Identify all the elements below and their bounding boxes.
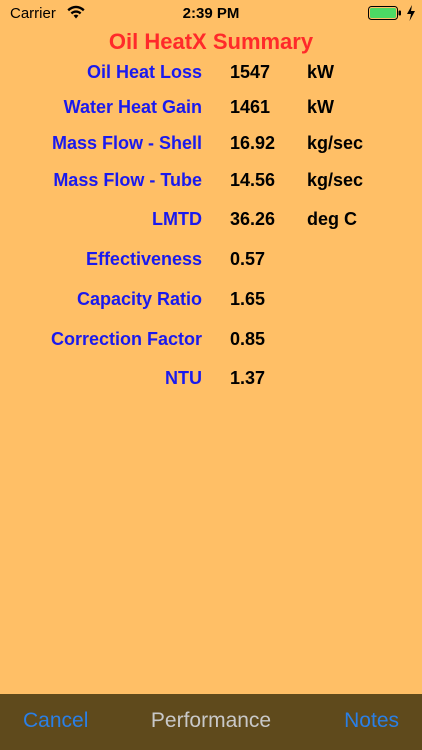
row-value: 0.85 <box>230 329 266 349</box>
row-water-heat-gain: Water Heat Gain 1461 kW <box>0 97 422 123</box>
row-label: Mass Flow - Shell <box>51 133 202 153</box>
notes-button[interactable]: Notes <box>344 709 399 733</box>
row-label: Water Heat Gain <box>63 97 202 117</box>
row-lmtd: LMTD 36.26 deg C <box>0 209 422 235</box>
row-value: 1461 <box>230 97 271 117</box>
row-unit: kg/sec <box>307 170 364 190</box>
row-label: NTU <box>165 368 202 388</box>
row-value: 36.26 <box>230 209 276 229</box>
row-label: Oil Heat Loss <box>86 62 202 82</box>
row-label: Effectiveness <box>85 249 202 269</box>
row-label: Capacity Ratio <box>76 289 202 309</box>
row-effectiveness: Effectiveness 0.57 <box>0 249 422 275</box>
row-label: Correction Factor <box>50 329 202 349</box>
row-unit: kW <box>307 62 334 82</box>
charging-bolt-icon <box>407 5 415 21</box>
row-value: 1.37 <box>230 368 266 388</box>
row-value: 16.92 <box>230 133 276 153</box>
battery-icon <box>368 6 401 20</box>
row-mass-flow-shell: Mass Flow - Shell 16.92 kg/sec <box>0 133 422 159</box>
row-mass-flow-tube: Mass Flow - Tube 14.56 kg/sec <box>0 170 422 196</box>
status-bar: Carrier 2:39 PM <box>0 0 422 28</box>
bottom-toolbar: Cancel Performance Notes <box>0 694 422 750</box>
row-value: 14.56 <box>230 170 276 190</box>
row-correction-factor: Correction Factor 0.85 <box>0 329 422 355</box>
row-label: LMTD <box>152 209 202 229</box>
row-capacity-ratio: Capacity Ratio 1.65 <box>0 289 422 315</box>
row-value: 0.57 <box>230 249 266 269</box>
row-unit: deg C <box>307 209 358 229</box>
row-value: 1.65 <box>230 289 266 309</box>
row-oil-heat-loss: Oil Heat Loss 1547 kW <box>0 62 422 88</box>
row-unit: kg/sec <box>307 133 364 153</box>
row-ntu: NTU 1.37 <box>0 368 422 394</box>
clock: 2:39 PM <box>182 5 240 22</box>
row-value: 1547 <box>230 62 271 82</box>
page-title: Oil HeatX Summary <box>108 29 314 54</box>
row-unit: kW <box>307 97 334 117</box>
row-label: Mass Flow - Tube <box>53 170 202 190</box>
